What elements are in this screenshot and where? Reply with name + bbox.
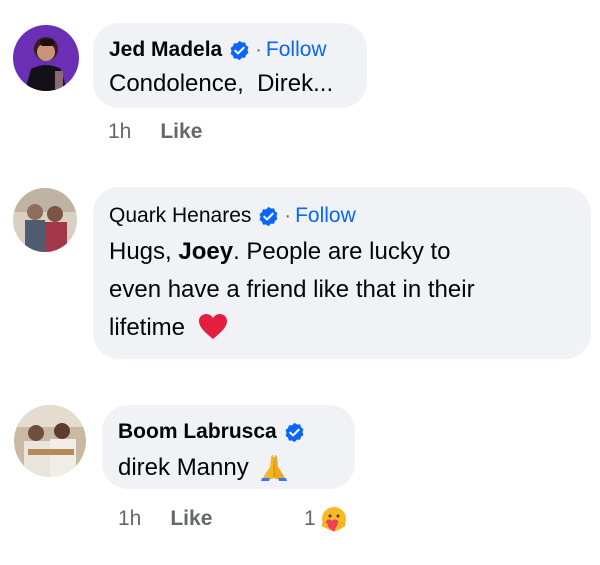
avatar[interactable] [13, 188, 77, 252]
avatar-image [13, 188, 77, 252]
text-segment: . People are lucky to [233, 238, 451, 265]
verified-badge-icon [284, 422, 305, 443]
reaction-summary[interactable]: 1 [304, 505, 348, 533]
author-line: Jed Madela · Follow [109, 37, 367, 63]
red-heart-icon [198, 313, 228, 341]
care-reaction-icon [320, 505, 348, 533]
author-name[interactable]: Boom Labrusca [118, 419, 277, 445]
comment-bubble: Quark Henares · Follow Hugs, Joey. Peopl… [93, 187, 591, 359]
like-button[interactable]: Like [160, 120, 202, 144]
verified-badge-icon [258, 206, 279, 227]
timestamp[interactable]: 1h [108, 120, 131, 144]
author-line: Boom Labrusca [118, 419, 355, 445]
comment-text-line: even have a friend like that in their [109, 276, 475, 303]
comment-text-line: lifetime [109, 309, 591, 347]
author-name[interactable]: Quark Henares [109, 203, 251, 229]
comment-text-line: Hugs, Joey. People are lucky to [109, 233, 591, 271]
text-segment: lifetime [109, 314, 186, 341]
folded-hands-icon [259, 451, 289, 481]
separator-dot: · [284, 205, 292, 227]
comment-bubble: Boom Labrusca direk Manny [102, 405, 355, 489]
avatar[interactable] [13, 25, 79, 91]
reaction-count: 1 [304, 507, 316, 530]
follow-button[interactable]: Follow [266, 37, 327, 63]
separator-dot: · [255, 39, 262, 61]
comment-actions: 1h Like [108, 120, 202, 144]
comment-text: Hugs, Joey. People are lucky to even hav… [109, 233, 591, 347]
comment-bubble: Jed Madela · Follow Condolence, Direk... [93, 23, 367, 108]
avatar-image [13, 25, 79, 91]
verified-badge-icon [229, 40, 250, 61]
text-segment: direk Manny [118, 454, 249, 481]
timestamp[interactable]: 1h [118, 507, 141, 531]
comment-text: Condolence, Direk... [109, 70, 334, 97]
follow-button[interactable]: Follow [295, 203, 356, 229]
avatar-image [14, 405, 86, 477]
author-name[interactable]: Jed Madela [109, 37, 222, 63]
avatar[interactable] [14, 405, 86, 477]
mention-joey[interactable]: Joey [178, 238, 233, 265]
comment-actions: 1h Like [118, 507, 212, 531]
like-button[interactable]: Like [170, 507, 212, 531]
text-segment: Hugs, [109, 238, 179, 265]
author-line: Quark Henares · Follow [109, 203, 591, 229]
comment-text: direk Manny [118, 449, 355, 487]
